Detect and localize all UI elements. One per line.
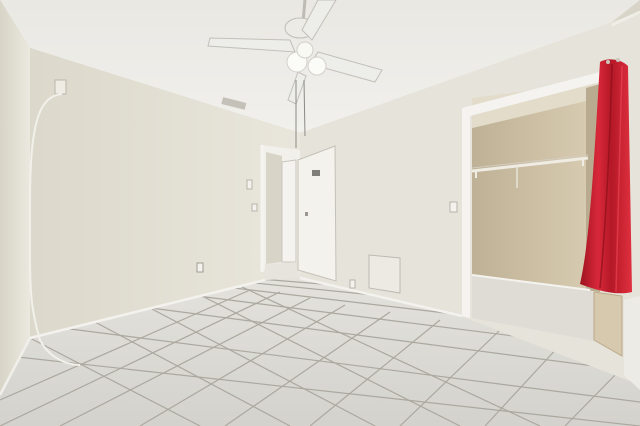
wall-outlet-low bbox=[349, 279, 356, 289]
wall-panel bbox=[368, 254, 401, 294]
wall-outlet-top bbox=[54, 79, 67, 95]
room-scene bbox=[0, 0, 640, 426]
door-handle bbox=[305, 212, 308, 216]
hallway-door bbox=[281, 159, 297, 263]
bedroom-door bbox=[297, 145, 337, 282]
door-sign bbox=[312, 170, 320, 176]
closet-back-wall bbox=[472, 100, 590, 290]
thermostat bbox=[251, 203, 258, 212]
light-switch bbox=[246, 179, 253, 190]
right-edge-wall bbox=[624, 296, 640, 390]
wall-outlet-back bbox=[196, 262, 204, 273]
hallway-wall bbox=[266, 152, 282, 264]
left-wall bbox=[0, 0, 30, 395]
wall-outlet-right bbox=[449, 201, 458, 213]
hallway-floor bbox=[265, 262, 300, 280]
